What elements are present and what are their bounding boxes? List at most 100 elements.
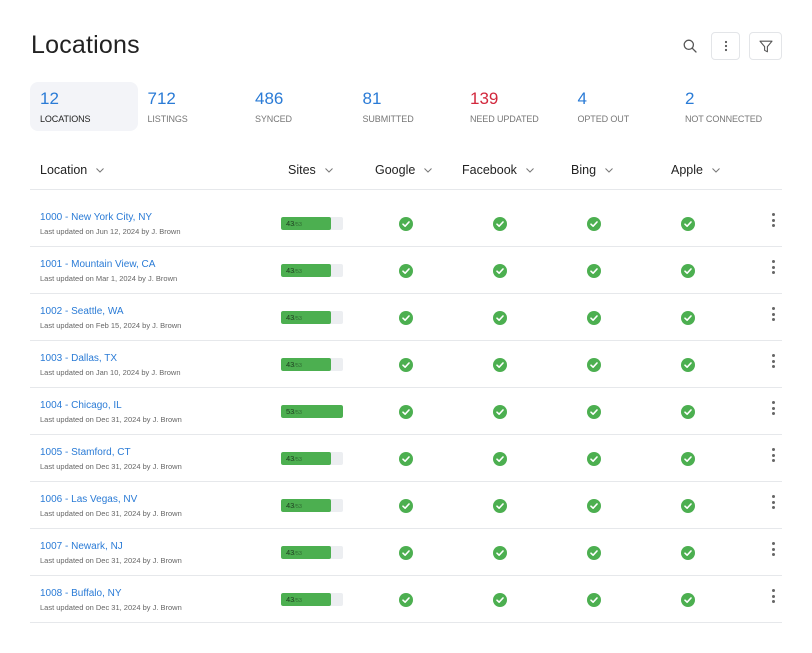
sites-count: 43/53 [286, 359, 302, 371]
last-updated-text: Last updated on Dec 31, 2024 by J. Brown [40, 462, 182, 471]
stat-label: LISTINGS [147, 114, 188, 124]
row-actions-kebab-icon[interactable] [770, 400, 776, 416]
column-header-bing[interactable]: Bing [571, 163, 614, 177]
facebook-status-check-icon [493, 264, 507, 278]
location-link[interactable]: 1006 - Las Vegas, NV [40, 494, 137, 505]
row-actions-kebab-icon[interactable] [770, 494, 776, 510]
bing-status-check-icon [587, 593, 601, 607]
location-link[interactable]: 1001 - Mountain View, CA [40, 259, 155, 270]
last-updated-text: Last updated on Jan 10, 2024 by J. Brown [40, 368, 181, 377]
facebook-status-check-icon [493, 499, 507, 513]
stat-tab-submitted[interactable]: 81 SUBMITTED [353, 82, 461, 131]
stat-value: 4 [577, 89, 587, 108]
sites-count: 43/53 [286, 312, 302, 324]
chevron-down-icon [324, 168, 333, 173]
filter-button[interactable] [749, 32, 782, 60]
sites-total-count: /53 [294, 410, 302, 416]
sites-total-count: /53 [294, 551, 302, 557]
location-link[interactable]: 1004 - Chicago, IL [40, 400, 122, 411]
last-updated-text: Last updated on Jun 12, 2024 by J. Brown [40, 227, 181, 236]
apple-status-check-icon [681, 264, 695, 278]
last-updated-text: Last updated on Mar 1, 2024 by J. Brown [40, 274, 178, 283]
location-link[interactable]: 1002 - Seattle, WA [40, 306, 124, 317]
apple-status-check-icon [681, 452, 695, 466]
sites-count: 43/53 [286, 547, 302, 559]
bing-status-check-icon [587, 452, 601, 466]
stat-label: NEED UPDATED [470, 114, 539, 124]
row-actions-kebab-icon[interactable] [770, 588, 776, 604]
location-link[interactable]: 1008 - Buffalo, NY [40, 588, 122, 599]
sites-total-count: /53 [294, 598, 302, 604]
google-status-check-icon [399, 358, 413, 372]
location-link[interactable]: 1003 - Dallas, TX [40, 353, 117, 364]
sites-count: 43/53 [286, 594, 302, 606]
row-actions-kebab-icon[interactable] [770, 259, 776, 275]
sites-total-count: /53 [294, 222, 302, 228]
column-header-apple[interactable]: Apple [671, 163, 721, 177]
table-header: Location Sites Google Facebook Bing Apple [30, 150, 782, 190]
apple-status-check-icon [681, 217, 695, 231]
row-actions-kebab-icon[interactable] [770, 306, 776, 322]
sites-progress-bar: 43/53 [281, 452, 343, 465]
table-row: 1002 - Seattle, WA Last updated on Feb 15… [30, 294, 782, 341]
google-status-check-icon [399, 546, 413, 560]
search-button[interactable] [678, 32, 702, 60]
stat-value: 486 [255, 89, 284, 108]
last-updated-text: Last updated on Feb 15, 2024 by J. Brown [40, 321, 182, 330]
facebook-status-check-icon [493, 358, 507, 372]
table-row: 1001 - Mountain View, CA Last updated on … [30, 247, 782, 294]
page-title: Locations [31, 31, 140, 59]
sites-count: 43/53 [286, 265, 302, 277]
google-status-check-icon [399, 311, 413, 325]
locations-table: Location Sites Google Facebook Bing Apple 100… [30, 150, 782, 623]
apple-status-check-icon [681, 593, 695, 607]
kebab-dot [771, 406, 775, 410]
table-body: 1000 - New York City, NY Last updated on … [30, 200, 782, 623]
kebab-dot [771, 359, 775, 363]
stat-value: 81 [362, 89, 382, 108]
stat-tab-need-updated[interactable]: 139 NEED UPDATED [460, 82, 568, 131]
sites-count: 53/53 [286, 406, 302, 418]
sites-count: 43/53 [286, 218, 302, 230]
column-header-google[interactable]: Google [375, 163, 433, 177]
column-header-sites[interactable]: Sites [288, 163, 334, 177]
stat-tab-locations[interactable]: 12 LOCATIONS [30, 82, 138, 131]
stat-tab-listings[interactable]: 712 LISTINGS [138, 82, 246, 131]
kebab-dot [771, 495, 775, 498]
location-link[interactable]: 1005 - Stamford, CT [40, 447, 131, 458]
kebab-dot [771, 365, 775, 368]
table-row: 1007 - Newark, NJ Last updated on Dec 31,… [30, 529, 782, 576]
stat-value: 12 [40, 89, 59, 108]
row-actions-kebab-icon[interactable] [770, 447, 776, 463]
kebab-dot [771, 506, 775, 509]
row-actions-kebab-icon[interactable] [770, 541, 776, 557]
google-status-check-icon [399, 405, 413, 419]
search-icon [683, 39, 697, 53]
chevron-down-icon [424, 168, 433, 173]
column-header-facebook[interactable]: Facebook [462, 163, 535, 177]
stat-tab-not-connected[interactable]: 2 NOT CONNECTED [675, 82, 783, 131]
column-header-location[interactable]: Location [40, 163, 105, 177]
sites-progress-bar: 53/53 [281, 405, 343, 418]
last-updated-text: Last updated on Dec 31, 2024 by J. Brown [40, 603, 182, 612]
sites-total-count: /53 [294, 363, 302, 369]
sites-count: 43/53 [286, 453, 302, 465]
column-header-label: Facebook [462, 163, 517, 177]
table-row: 1004 - Chicago, IL Last updated on Dec 31… [30, 388, 782, 435]
column-header-label: Sites [288, 163, 316, 177]
last-updated-text: Last updated on Dec 31, 2024 by J. Brown [40, 556, 182, 565]
kebab-dot [771, 213, 775, 216]
location-link[interactable]: 1007 - Newark, NJ [40, 541, 123, 552]
row-actions-kebab-icon[interactable] [770, 212, 776, 228]
facebook-status-check-icon [493, 546, 507, 560]
more-options-button[interactable] [711, 32, 740, 60]
last-updated-text: Last updated on Dec 31, 2024 by J. Brown [40, 509, 182, 518]
kebab-dot [771, 453, 775, 457]
row-actions-kebab-icon[interactable] [770, 353, 776, 369]
column-header-label: Location [40, 163, 88, 177]
sites-progress-bar: 43/53 [281, 593, 343, 606]
stat-tab-synced[interactable]: 486 SYNCED [245, 82, 353, 131]
location-link[interactable]: 1000 - New York City, NY [40, 212, 152, 223]
stat-tab-opted-out[interactable]: 4 OPTED OUT [568, 82, 676, 131]
column-header-label: Google [375, 163, 416, 177]
